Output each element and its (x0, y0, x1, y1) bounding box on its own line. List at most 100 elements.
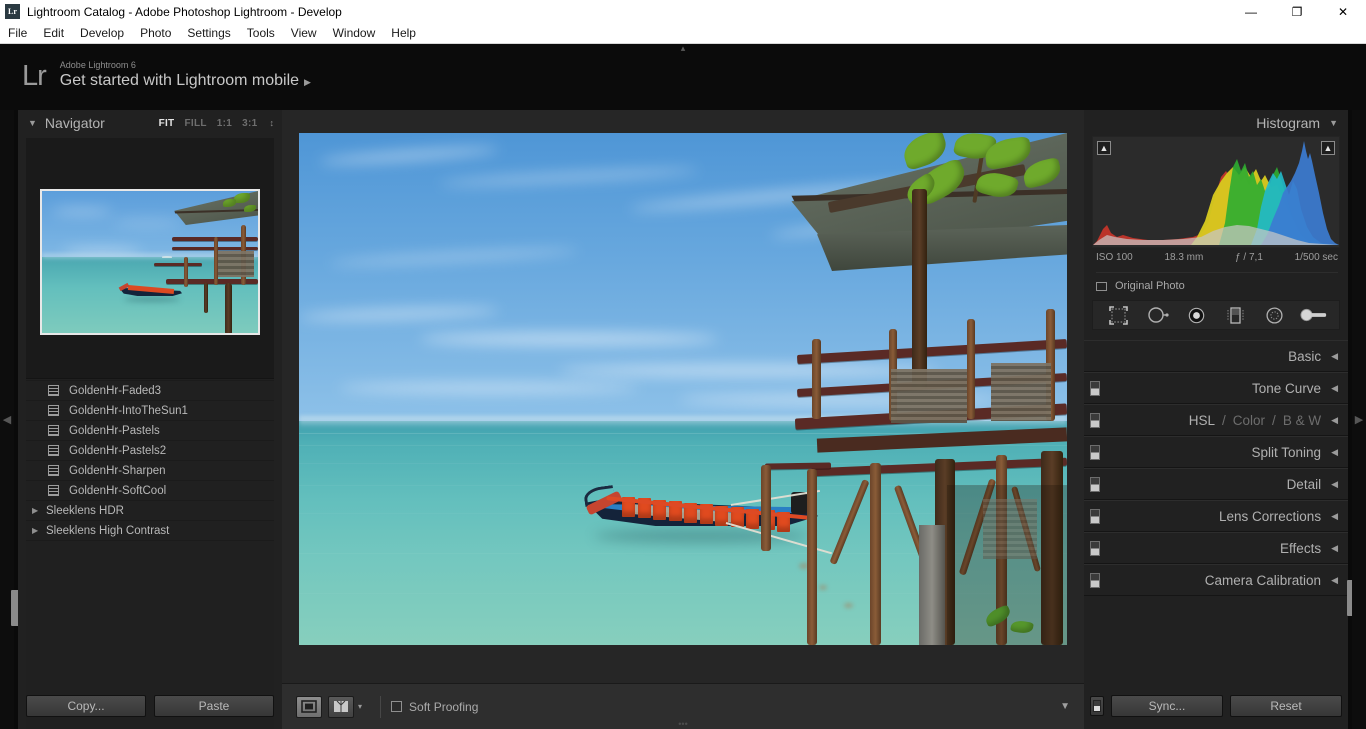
section-label-part[interactable]: / (1222, 413, 1226, 428)
shadow-clipping-indicator[interactable]: ▲ (1097, 141, 1111, 155)
section-toggle-switch[interactable] (1090, 444, 1100, 460)
section-expand-icon[interactable]: ◀ (1331, 447, 1338, 458)
section-lens-corrections[interactable]: Lens Corrections ◀ (1084, 500, 1348, 532)
section-toggle-switch[interactable] (1090, 476, 1100, 492)
minimize-button[interactable]: — (1228, 0, 1274, 23)
filmstrip-handle[interactable]: ••• (678, 720, 687, 729)
workspace: ◀ ▼ Navigator FIT FILL 1:1 3:1 ↕ GoldenH… (0, 110, 1366, 729)
product-name: Adobe Lightroom 6 (59, 60, 136, 70)
preset-item[interactable]: GoldenHr-Sharpen (26, 461, 274, 481)
section-tone-curve[interactable]: Tone Curve ◀ (1084, 372, 1348, 404)
section-label-part[interactable]: B & W (1283, 413, 1321, 428)
main-photo[interactable] (299, 133, 1067, 645)
zoom-level-fill[interactable]: FILL (184, 118, 206, 129)
section-label: Lens Corrections (1219, 508, 1322, 524)
histogram-header[interactable]: Histogram ▼ (1084, 110, 1348, 136)
soft-proofing-checkbox[interactable] (391, 701, 403, 712)
view-mode-caret-icon[interactable]: ▾ (358, 702, 362, 711)
preset-item[interactable]: GoldenHr-Pastels2 (26, 441, 274, 461)
section-expand-icon[interactable]: ◀ (1331, 543, 1338, 554)
navigator-thumbnail[interactable] (40, 189, 260, 335)
section-label-part[interactable]: / (1272, 413, 1276, 428)
zoom-level-1-1[interactable]: 1:1 (217, 118, 232, 129)
section-hsl[interactable]: HSL / Color / B & W ◀ (1084, 404, 1348, 436)
section-toggle-switch[interactable] (1090, 380, 1100, 396)
section-label-part[interactable]: HSL (1189, 413, 1215, 428)
menu-settings[interactable]: Settings (179, 24, 238, 42)
paste-button[interactable]: Paste (154, 695, 274, 717)
preset-label: GoldenHr-SoftCool (69, 484, 167, 497)
preset-group[interactable]: ▶ Sleeklens HDR (26, 501, 274, 521)
navigator-header[interactable]: ▼ Navigator FIT FILL 1:1 3:1 ↕ (18, 110, 282, 136)
original-photo-row[interactable]: Original Photo (1096, 272, 1338, 292)
center-area: ▾ Soft Proofing ▼ (282, 110, 1084, 729)
menu-tools[interactable]: Tools (239, 24, 283, 42)
section-label: Split Toning (1251, 444, 1322, 460)
zoom-stepper-icon[interactable]: ↕ (270, 118, 275, 128)
section-basic[interactable]: Basic ◀ (1084, 340, 1348, 372)
identity-plate[interactable]: Lr Adobe Lightroom 6 Get started with Li… (22, 60, 311, 92)
toolbar-collapse-icon[interactable]: ▼ (1060, 701, 1070, 712)
before-after-button[interactable] (328, 695, 354, 718)
preset-icon (48, 425, 59, 436)
spot-removal-icon[interactable] (1144, 304, 1172, 326)
original-photo-checkbox[interactable] (1096, 281, 1107, 291)
menu-view[interactable]: View (283, 24, 325, 42)
copy-button[interactable]: Copy... (26, 695, 146, 717)
preset-item[interactable]: GoldenHr-Pastels (26, 421, 274, 441)
loupe-view-icon (301, 700, 317, 713)
menu-photo[interactable]: Photo (132, 24, 179, 42)
section-label-part[interactable]: Color (1233, 413, 1265, 428)
section-camera-calibration[interactable]: Camera Calibration ◀ (1084, 564, 1348, 596)
preset-item[interactable]: GoldenHr-Faded3 (26, 381, 274, 401)
menu-develop[interactable]: Develop (72, 24, 132, 42)
before-after-icon (334, 700, 348, 712)
toolbar-divider (380, 695, 382, 718)
section-split-toning[interactable]: Split Toning ◀ (1084, 436, 1348, 468)
graduated-filter-icon[interactable] (1222, 304, 1250, 326)
section-expand-icon[interactable]: ◀ (1331, 351, 1338, 362)
histogram-chart[interactable]: ▲ ▲ (1092, 136, 1340, 248)
section-expand-icon[interactable]: ◀ (1331, 415, 1338, 426)
section-expand-icon[interactable]: ◀ (1331, 575, 1338, 586)
crop-overlay-icon[interactable] (1105, 304, 1133, 326)
section-effects[interactable]: Effects ◀ (1084, 532, 1348, 564)
zoom-level-fit[interactable]: FIT (159, 118, 175, 129)
loupe-view-button[interactable] (296, 695, 322, 718)
left-panel-collapse[interactable]: ◀ (0, 110, 14, 729)
section-expand-icon[interactable]: ◀ (1331, 479, 1338, 490)
adjustment-brush-icon[interactable] (1299, 304, 1328, 326)
red-eye-icon[interactable] (1183, 304, 1211, 326)
right-panel-collapse[interactable]: ▶ (1352, 110, 1366, 729)
reset-button[interactable]: Reset (1230, 695, 1342, 717)
highlight-clipping-indicator[interactable]: ▲ (1321, 141, 1335, 155)
menu-edit[interactable]: Edit (35, 24, 72, 42)
preset-icon (48, 405, 59, 416)
group-expand-icon: ▶ (32, 526, 39, 535)
restore-button[interactable]: ❐ (1274, 0, 1320, 23)
section-toggle-switch[interactable] (1090, 540, 1100, 556)
section-toggle-switch[interactable] (1090, 508, 1100, 524)
photo-stage (282, 110, 1084, 668)
close-button[interactable]: ✕ (1320, 0, 1366, 23)
section-toggle-switch[interactable] (1090, 412, 1100, 428)
top-panel-handle[interactable]: ▴ (670, 44, 696, 53)
auto-sync-switch[interactable] (1090, 696, 1104, 716)
radial-filter-icon[interactable] (1261, 304, 1289, 326)
section-detail[interactable]: Detail ◀ (1084, 468, 1348, 500)
section-label: Detail (1286, 476, 1322, 492)
menu-help[interactable]: Help (383, 24, 424, 42)
histogram-title: Histogram (1256, 115, 1321, 131)
section-expand-icon[interactable]: ◀ (1331, 383, 1338, 394)
section-label: Effects (1280, 540, 1322, 556)
section-expand-icon[interactable]: ◀ (1331, 511, 1338, 522)
presets-list[interactable]: GoldenHr-ClassicPortrait1GoldenHr-Classi… (26, 378, 274, 729)
preset-group[interactable]: ▶ Sleeklens High Contrast (26, 521, 274, 541)
preset-item[interactable]: GoldenHr-SoftCool (26, 481, 274, 501)
menu-file[interactable]: File (0, 24, 35, 42)
section-toggle-switch[interactable] (1090, 572, 1100, 588)
menu-window[interactable]: Window (325, 24, 384, 42)
sync-button[interactable]: Sync... (1111, 695, 1223, 717)
preset-item[interactable]: GoldenHr-IntoTheSun1 (26, 401, 274, 421)
zoom-level-3-1[interactable]: 3:1 (242, 118, 257, 129)
